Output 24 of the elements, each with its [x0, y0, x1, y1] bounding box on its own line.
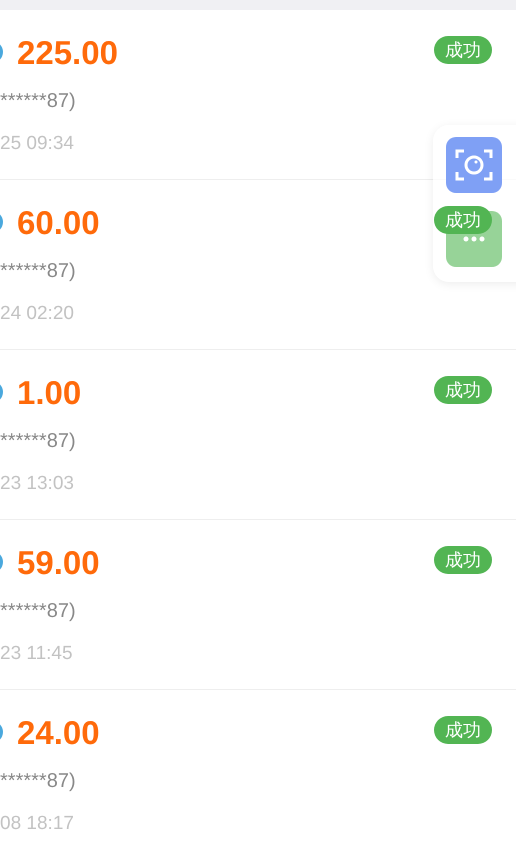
account-number: ******87)	[0, 771, 77, 791]
amount: 60.00	[17, 206, 100, 238]
status-badge: 成功	[434, 206, 492, 234]
account-number: ******87)	[0, 601, 77, 621]
scan-button[interactable]	[446, 137, 502, 193]
transaction-time: 23 11:45	[0, 644, 74, 663]
amount: 59.00	[17, 546, 100, 578]
amount: 24.00	[17, 716, 100, 748]
transaction-time: 24 02:20	[0, 304, 75, 323]
status-badge: 成功	[434, 546, 492, 574]
status-badge: 成功	[434, 716, 492, 744]
amount: 1.00	[17, 376, 82, 408]
account-number: ******87)	[0, 91, 77, 111]
account-number: ******87)	[0, 431, 77, 451]
amount: 225.00	[17, 36, 118, 68]
transaction-time: 23 13:03	[0, 474, 75, 493]
status-badge: 成功	[434, 376, 492, 404]
more-icon	[463, 236, 485, 242]
status-badge: 成功	[434, 36, 492, 64]
transaction-time: 25 09:34	[0, 134, 75, 153]
camera-scan-icon	[455, 148, 493, 182]
transaction-time: 08 18:17	[0, 814, 75, 833]
account-number: ******87)	[0, 261, 77, 281]
more-button[interactable]	[446, 211, 502, 267]
